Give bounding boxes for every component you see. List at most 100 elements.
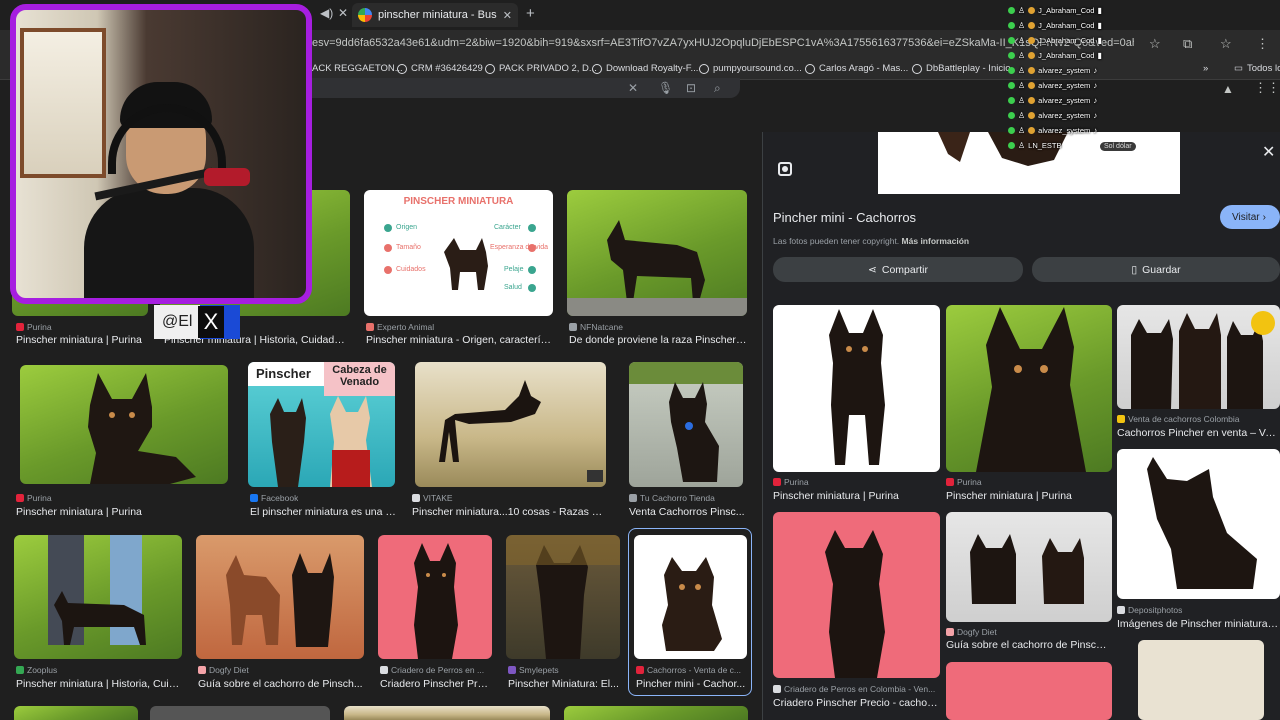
bookmarks-icon[interactable]: ☆ — [1220, 36, 1232, 52]
related-caption[interactable]: Criadero Pinscher Precio - cachorr... — [773, 697, 940, 709]
source-label: Purina — [773, 477, 809, 487]
related-caption[interactable]: Imágenes de Pinscher miniatura li... — [1117, 618, 1280, 630]
more-info-link[interactable]: Más información — [902, 236, 970, 246]
dog-illustration — [567, 220, 747, 316]
bookmark-item[interactable]: PACK PRIVADO 2, D... — [485, 63, 597, 74]
status-icon — [1008, 81, 1015, 89]
user-icon: ♙ — [1018, 50, 1026, 60]
lens-search-icon[interactable] — [778, 162, 792, 176]
mic-icon[interactable]: 🎙 — [658, 81, 673, 95]
chat-row: ♙ alvarez_system ♪ — [1008, 108, 1097, 122]
thumbs-up-icon: ▮ — [1097, 50, 1102, 60]
visit-button[interactable]: Visitar › — [1220, 205, 1280, 229]
apps-icon[interactable]: ⋮⋮ — [1254, 80, 1280, 96]
avatar-icon — [1028, 21, 1036, 29]
result-image[interactable] — [564, 706, 748, 720]
dog-illustration — [629, 362, 743, 482]
result-image[interactable]: Pinscher Cabeza de Venado — [248, 362, 395, 487]
related-image[interactable] — [946, 305, 1112, 472]
globe-icon — [485, 63, 495, 74]
image-overlay-text: Pinscher — [248, 362, 324, 386]
bookmark-item[interactable]: ACK REGGAETON... — [312, 63, 403, 74]
related-image[interactable] — [1117, 305, 1280, 409]
bookmark-item[interactable]: CRM #36426429 — [397, 63, 483, 74]
result-image[interactable]: PINSCHER MINIATURA Origen Carácter Tamañ… — [364, 190, 553, 316]
bookmark-item[interactable]: Carlos Aragó - Mas... — [805, 63, 908, 74]
avatar-icon — [1028, 51, 1036, 59]
chat-row: ♙ alvarez_system ♪ — [1008, 93, 1097, 107]
result-caption[interactable]: Guía sobre el cachorro de Pinsch... — [198, 678, 364, 690]
screen: ◀) ✕ pinscher miniatura - Buscar con Goo… — [0, 0, 1280, 720]
source-label: Criadero de Perros en ... — [380, 665, 484, 675]
chevron-right-icon[interactable]: » — [1203, 63, 1208, 74]
result-image[interactable] — [150, 706, 330, 720]
result-caption[interactable]: Pinscher miniatura | Purina — [16, 334, 151, 346]
chat-row: ♙ LN_ESTB — [1008, 138, 1062, 152]
source-label: Purina — [16, 493, 52, 503]
related-image[interactable] — [946, 662, 1112, 720]
related-image[interactable] — [773, 305, 940, 472]
avatar-icon — [1028, 126, 1036, 134]
result-image[interactable] — [344, 706, 550, 720]
audio-icon[interactable]: ◀) — [320, 6, 333, 20]
result-image[interactable] — [20, 365, 228, 484]
result-caption[interactable]: Pinscher miniatura | Historia, Cuid... — [16, 678, 182, 690]
extensions-icon[interactable]: ⧉ — [1183, 36, 1192, 52]
search-input[interactable]: ✕ 🎙 ⊡ ⌕ — [300, 78, 740, 98]
save-button[interactable]: ▯ Guardar — [1032, 257, 1280, 282]
chat-row: ♙ J_Abraham_Cod ▮ — [1008, 48, 1102, 62]
new-tab-icon[interactable]: + — [526, 5, 535, 22]
purina-icon — [16, 494, 24, 502]
result-caption[interactable]: Pinscher miniatura - Origen, característ… — [366, 334, 552, 346]
result-image[interactable] — [196, 535, 364, 659]
social-handle: @El — [162, 313, 193, 330]
bookmark-item[interactable]: pumpyoursound.co... — [699, 63, 802, 74]
result-image[interactable] — [629, 362, 743, 487]
related-caption[interactable]: Pinscher miniatura | Purina — [946, 490, 1112, 502]
lens-icon[interactable]: ⊡ — [686, 81, 696, 95]
related-image[interactable] — [1138, 640, 1264, 720]
result-image[interactable] — [415, 362, 606, 487]
bookmarks-folder[interactable]: ▭Todos los — [1234, 63, 1280, 74]
result-caption[interactable]: Venta Cachorros Pinsc... — [629, 506, 747, 518]
related-image[interactable] — [1117, 449, 1280, 599]
star-icon[interactable]: ☆ — [1149, 36, 1161, 52]
close-icon[interactable]: ✕ — [503, 9, 512, 22]
bookmark-item[interactable]: DbBattleplay - Inicio — [912, 63, 1010, 74]
dog-illustration — [976, 307, 1086, 472]
clear-icon[interactable]: ✕ — [628, 81, 638, 95]
result-caption[interactable]: Pincher mini - Cachor... — [636, 678, 746, 690]
site-icon — [569, 323, 577, 331]
result-image[interactable] — [14, 535, 182, 659]
result-caption[interactable]: Criadero Pinscher Pre... — [380, 678, 492, 690]
related-image[interactable] — [773, 512, 940, 678]
smylepets-icon — [508, 666, 516, 674]
menu-icon[interactable]: ⋮ — [1256, 36, 1269, 52]
site-icon — [629, 494, 637, 502]
result-caption[interactable]: Pinscher miniatura...10 cosas - Razas Ca… — [412, 506, 606, 518]
tab-active[interactable]: pinscher miniatura - Buscar con Google ✕ — [352, 3, 518, 27]
close-tab-icon[interactable]: ✕ — [338, 6, 348, 20]
avatar-icon — [1028, 96, 1036, 104]
result-image[interactable] — [14, 706, 138, 720]
related-caption[interactable]: Pinscher miniatura | Purina — [773, 490, 940, 502]
thumbs-up-icon: ▮ — [1097, 35, 1102, 45]
close-panel-icon[interactable]: ✕ — [1262, 142, 1275, 162]
result-caption[interactable]: Pinscher miniatura | Purina — [16, 506, 226, 518]
result-image[interactable] — [506, 535, 620, 659]
dog-illustration — [439, 380, 603, 482]
chat-row: ♙ J_Abraham_Cod ▮ — [1008, 3, 1102, 17]
share-button[interactable]: ⋖ Compartir — [773, 257, 1023, 282]
result-caption[interactable]: De donde proviene la raza Pinscher ... — [569, 334, 747, 346]
result-caption[interactable]: El pinscher miniatura es una r... — [250, 506, 396, 518]
result-image[interactable] — [378, 535, 492, 659]
related-caption[interactable]: Guía sobre el cachorro de Pinsche... — [946, 639, 1112, 651]
result-caption[interactable]: Pinscher Miniatura: El... — [508, 678, 620, 690]
related-image[interactable] — [946, 512, 1112, 622]
labs-icon[interactable]: ▲ — [1222, 82, 1234, 96]
music-icon: ♪ — [1093, 80, 1098, 90]
result-image[interactable] — [567, 190, 747, 316]
related-caption[interactable]: Cachorros Pincher en venta – Vent... — [1117, 427, 1280, 439]
bookmark-item[interactable]: Download Royalty-F... — [592, 63, 698, 74]
search-icon[interactable]: ⌕ — [714, 81, 721, 96]
